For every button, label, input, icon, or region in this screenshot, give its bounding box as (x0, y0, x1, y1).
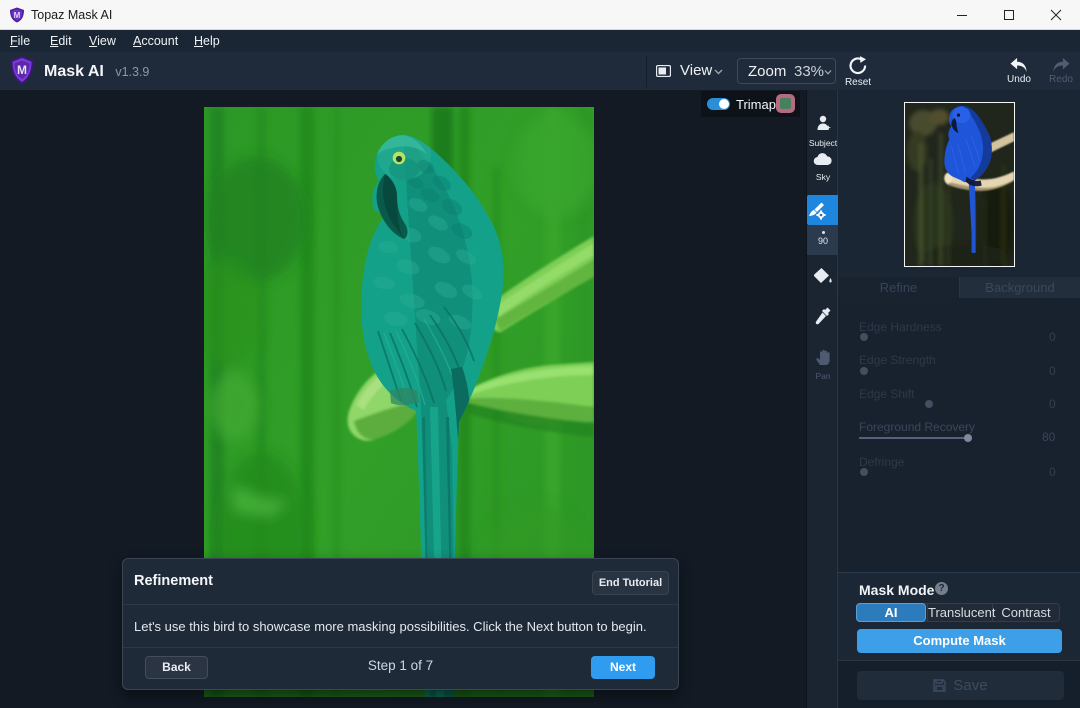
svg-text:M: M (17, 63, 27, 77)
svg-text:M: M (14, 11, 21, 20)
